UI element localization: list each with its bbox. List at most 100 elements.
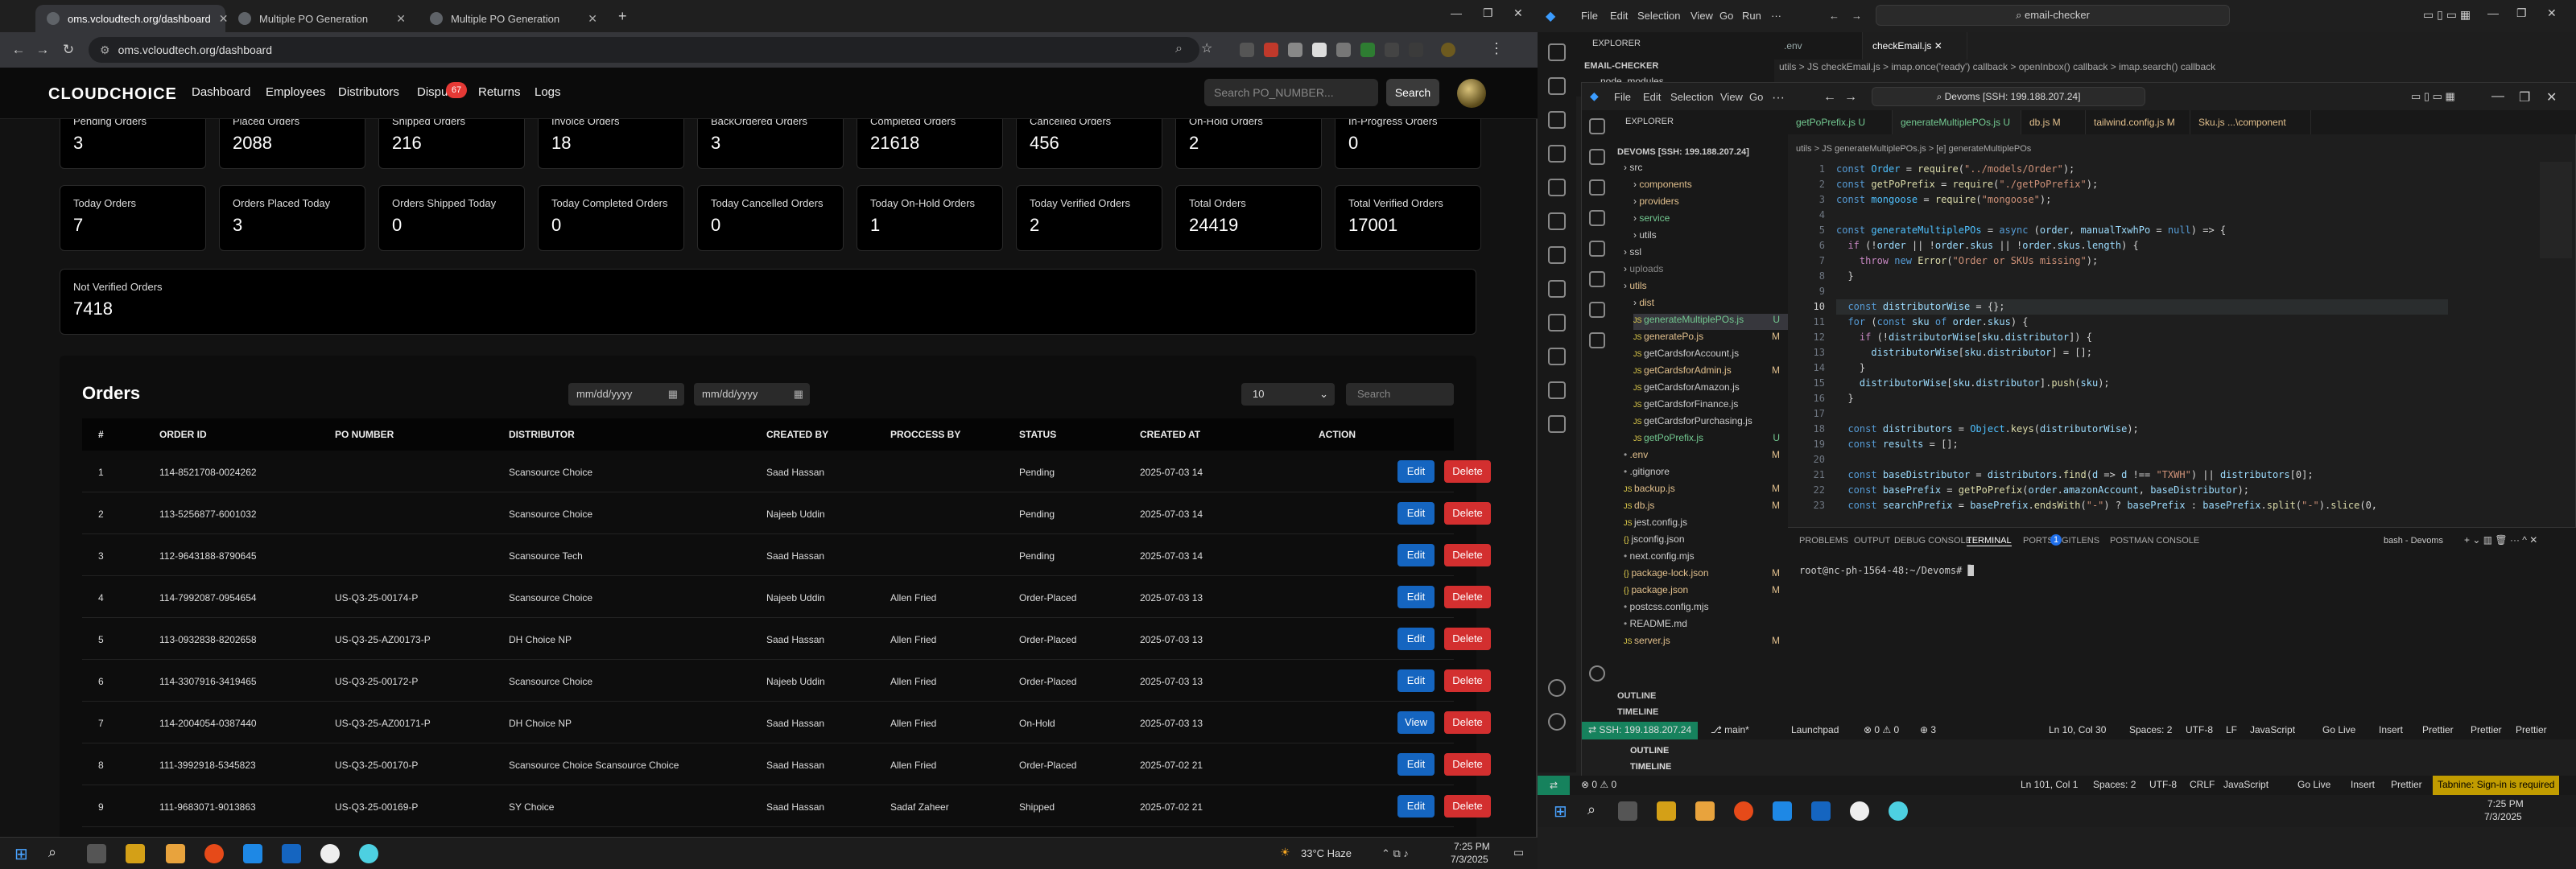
nav-returns[interactable]: Returns	[478, 85, 521, 99]
chrome-icon[interactable]	[1734, 801, 1753, 821]
calendar-icon[interactable]: ▦	[794, 383, 803, 406]
clock-time[interactable]: 7:25 PM	[2487, 798, 2524, 809]
more-menu-icon[interactable]: ···	[1771, 10, 1781, 22]
delete-button[interactable]: Delete	[1444, 628, 1491, 650]
forward-icon[interactable]: →	[1852, 10, 1862, 22]
close-icon[interactable]: ✕	[588, 12, 597, 26]
insert-mode[interactable]: Insert	[2379, 724, 2403, 735]
search-icon[interactable]	[1548, 77, 1566, 95]
calendar-icon[interactable]: ▦	[668, 383, 678, 406]
language-mode[interactable]: JavaScript	[2223, 779, 2268, 790]
extension-icon[interactable]	[1548, 348, 1566, 365]
edit-button[interactable]: Edit	[1397, 586, 1435, 608]
chrome-icon[interactable]	[204, 844, 224, 863]
close-window-icon[interactable]: ✕	[1513, 6, 1523, 20]
encoding-setting[interactable]: UTF-8	[2149, 779, 2177, 790]
file-explorer-icon[interactable]	[126, 844, 145, 863]
app-icon[interactable]	[320, 844, 340, 863]
delete-button[interactable]: Delete	[1444, 711, 1491, 734]
maximize-icon[interactable]: ❐	[2519, 89, 2530, 105]
terminal-name[interactable]: bash - Devoms	[2384, 536, 2443, 546]
nav-disputes[interactable]: Dispu	[417, 85, 448, 99]
code-editor[interactable]: const Order = require("../models/Order")…	[1836, 162, 2448, 516]
command-center-search[interactable]: ⌕ email-checker	[1876, 5, 2230, 26]
app-icon[interactable]	[1889, 801, 1908, 821]
menu-run[interactable]: Run	[1742, 10, 1761, 22]
close-icon[interactable]: ✕	[396, 12, 406, 26]
table-row[interactable]: 8 111-3992918-5345823 US-Q3-25-00170-P Scan…	[82, 743, 1491, 785]
extension-icon[interactable]	[1548, 381, 1566, 399]
edit-button[interactable]: Edit	[1397, 795, 1435, 818]
menu-edit[interactable]: Edit	[1643, 91, 1661, 103]
file-explorer-icon[interactable]	[1657, 801, 1676, 821]
source-control-icon[interactable]	[1548, 111, 1566, 129]
project-name[interactable]: EMAIL-CHECKER	[1584, 61, 1658, 71]
edit-button[interactable]: Edit	[1397, 502, 1435, 525]
ports-indicator[interactable]: ⊕ 3	[1920, 724, 1936, 735]
user-avatar[interactable]	[1457, 79, 1486, 108]
tree-item[interactable]: JS getCardsforAdmin.js M	[1633, 364, 1788, 381]
tree-item[interactable]: › components	[1633, 179, 1788, 195]
date-to-input[interactable]: mm/dd/yyyy ▦	[694, 383, 810, 406]
layout-icons[interactable]: ▭ ▯ ▭ ▦	[2411, 90, 2455, 103]
bookmark-star-icon[interactable]: ☆	[1201, 40, 1212, 56]
tab-env[interactable]: .env	[1774, 32, 1863, 60]
gitlens-icon[interactable]	[1589, 302, 1605, 318]
gitlens-icon[interactable]	[1548, 246, 1566, 264]
tree-item[interactable]: › utils	[1624, 280, 1788, 296]
menu-view[interactable]: View	[1690, 10, 1713, 22]
store-icon[interactable]	[1695, 801, 1715, 821]
edit-button[interactable]: Edit	[1397, 628, 1435, 650]
panel-tab[interactable]: POSTMAN CONSOLE	[2110, 536, 2199, 546]
app-icon[interactable]	[359, 844, 378, 863]
prettier-status[interactable]: Prettier	[2422, 724, 2454, 735]
eol-setting[interactable]: CRLF	[2190, 779, 2215, 790]
tree-item[interactable]: JS db.js M	[1624, 500, 1788, 516]
minimize-icon[interactable]: —	[1451, 6, 1462, 19]
edit-button[interactable]: Edit	[1397, 753, 1435, 776]
prettier-status-2[interactable]: Prettier	[2471, 724, 2502, 735]
app-icon[interactable]	[1850, 801, 1869, 821]
close-window-icon[interactable]: ✕	[2546, 89, 2557, 105]
indent-setting[interactable]: Spaces: 2	[2129, 724, 2172, 735]
layout-icons[interactable]: ▭ ▯ ▭ ▦	[2423, 8, 2471, 22]
editor-tab[interactable]: generateMultiplePOs.js U	[1893, 110, 2021, 134]
extension-icon[interactable]	[1312, 43, 1327, 57]
more-menu-icon[interactable]: ···	[1772, 91, 1785, 105]
remote-icon[interactable]: ⇄	[1538, 776, 1570, 795]
tree-item[interactable]: JS getCardsforPurchasing.js	[1633, 415, 1788, 431]
notification-icon[interactable]: ▭	[1513, 846, 1524, 859]
extension-icon[interactable]	[1385, 43, 1399, 57]
tree-item[interactable]: › src	[1624, 162, 1788, 178]
insert-mode[interactable]: Insert	[2351, 779, 2375, 790]
problems-indicator[interactable]: ⊗ 0 ⚠ 0	[1581, 779, 1616, 790]
profile-icon[interactable]	[1441, 43, 1455, 57]
tree-item[interactable]: › dist	[1633, 297, 1788, 313]
project-name[interactable]: DEVOMS [SSH: 199.188.207.24]	[1617, 147, 1749, 157]
search-icon[interactable]: ⌕	[48, 844, 56, 861]
tray-icons[interactable]: ⌃ ⧉ ♪	[1381, 847, 1409, 860]
inner-command-center[interactable]: ⌕ Devoms [SSH: 199.188.207.24]	[1872, 87, 2145, 106]
prettier-status-3[interactable]: Prettier	[2516, 724, 2547, 735]
panel-tab[interactable]: DEBUG CONSOLE	[1894, 536, 1971, 546]
delete-button[interactable]: Delete	[1444, 460, 1491, 483]
gear-icon[interactable]	[1548, 713, 1566, 731]
table-row[interactable]: 3 112-9643188-8790645 Scansource Tech Saad …	[82, 534, 1491, 576]
orders-search-input[interactable]: Search	[1346, 383, 1454, 406]
cursor-position[interactable]: Ln 101, Col 1	[2021, 779, 2078, 790]
terminal-actions[interactable]: + ⌄ ▥ 🗑 ··· ^ ✕	[2464, 534, 2537, 546]
tree-item[interactable]: JS server.js M	[1624, 635, 1788, 651]
vscode-icon[interactable]	[1773, 801, 1792, 821]
close-window-icon[interactable]: ✕	[2547, 6, 2557, 20]
maximize-icon[interactable]: ❐	[1483, 6, 1493, 20]
zoom-icon[interactable]: ⌕	[1175, 42, 1183, 56]
tree-item[interactable]: JS getCardsforFinance.js	[1633, 398, 1788, 414]
menu-view[interactable]: View	[1720, 91, 1743, 103]
tree-item[interactable]: {} jsconfig.json	[1624, 533, 1788, 550]
reload-icon[interactable]: ↻	[56, 42, 80, 58]
table-row[interactable]: 1 114-8521708-0024262 Scansource Choice Saa…	[82, 451, 1491, 492]
minimize-icon[interactable]: —	[2487, 6, 2499, 19]
po-search-button[interactable]: Search	[1386, 79, 1439, 106]
back-icon[interactable]: ←	[1823, 90, 1836, 105]
close-icon[interactable]: ✕	[1934, 40, 1942, 51]
